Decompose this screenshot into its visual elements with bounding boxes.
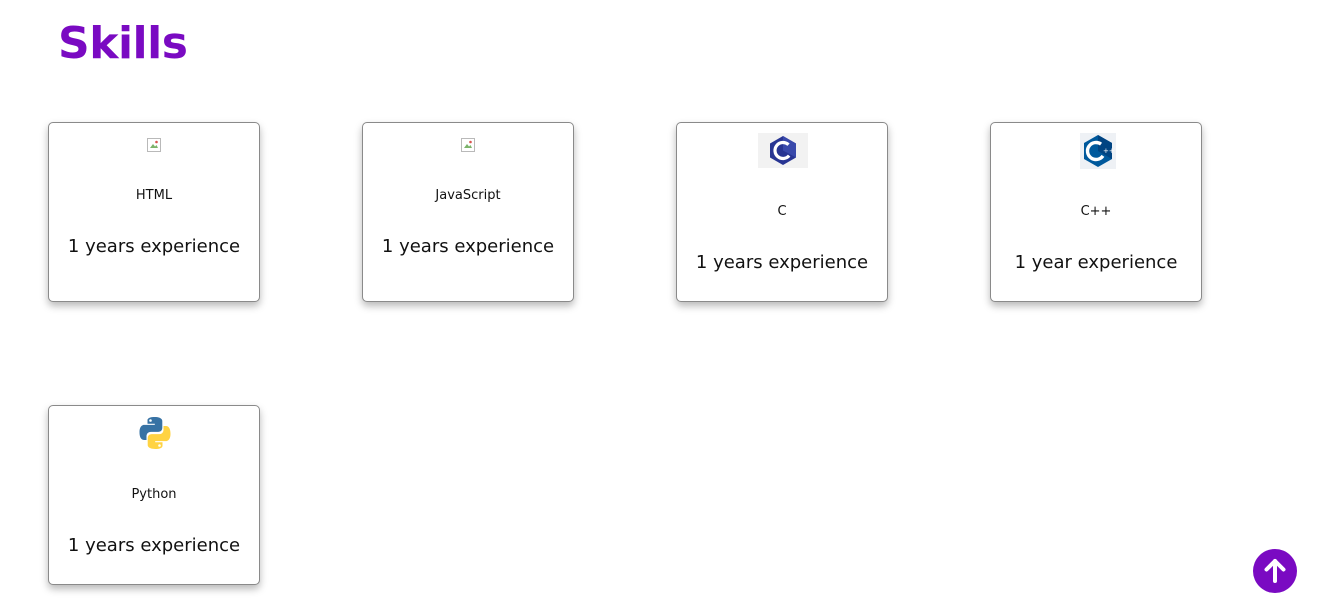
c-language-logo-icon xyxy=(758,133,808,168)
skill-card-cpp: ++ C++ 1 year experience xyxy=(990,122,1202,302)
page-title: Skills xyxy=(58,18,188,69)
skill-name: C xyxy=(777,204,787,219)
svg-text:++: ++ xyxy=(1103,147,1115,155)
skill-card-c: C 1 years experience xyxy=(676,122,888,302)
python-logo-icon xyxy=(137,415,173,451)
skills-page: Skills HTML 1 years experience JavaScrip… xyxy=(0,0,1326,604)
skill-experience: 1 years experience xyxy=(695,252,869,273)
broken-image-icon xyxy=(147,137,161,152)
skill-name: HTML xyxy=(135,188,173,203)
skill-experience: 1 years experience xyxy=(381,236,555,257)
skill-experience: 1 years experience xyxy=(67,535,241,556)
skill-card-python: Python 1 years experience xyxy=(48,405,260,585)
skill-name: JavaScript xyxy=(435,188,501,203)
skill-card-javascript: JavaScript 1 years experience xyxy=(362,122,574,302)
cpp-language-logo-icon: ++ xyxy=(1080,133,1116,169)
skill-name: Python xyxy=(131,487,177,502)
skill-experience: 1 years experience xyxy=(67,236,241,257)
broken-image-icon xyxy=(461,137,475,152)
skill-experience: 1 year experience xyxy=(1014,252,1178,273)
skill-card-html: HTML 1 years experience xyxy=(48,122,260,302)
arrow-up-icon xyxy=(1262,558,1288,584)
skill-name: C++ xyxy=(1080,204,1112,219)
scroll-to-top-button[interactable] xyxy=(1253,549,1297,593)
